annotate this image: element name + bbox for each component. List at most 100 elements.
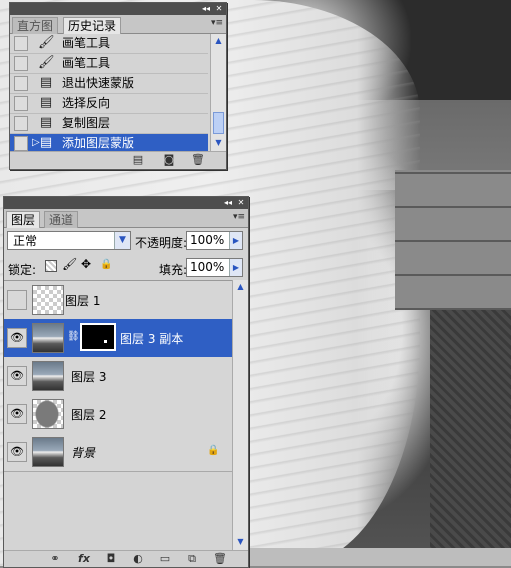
layer-mask-thumbnail[interactable] [80, 323, 116, 351]
snapshot-camera-icon[interactable]: ◙ [163, 154, 175, 165]
history-item[interactable]: ▷ ▤ 添加图层蒙版 [10, 134, 208, 151]
panel-menu-icon[interactable]: ▾≡ [233, 212, 245, 222]
layer-thumbnail[interactable] [32, 285, 64, 315]
new-group-icon[interactable]: ▭ [159, 553, 171, 564]
layer-row[interactable]: 👁 ⛓ 图层 3 副本 [4, 319, 232, 358]
eye-icon[interactable]: 👁 [7, 328, 27, 348]
history-tabs: 直方图 历史记录 ▾≡ [10, 15, 226, 34]
history-source-checkbox[interactable] [14, 36, 28, 51]
trash-icon[interactable]: 🗑 [213, 553, 227, 564]
history-source-checkbox[interactable] [14, 136, 28, 151]
history-item[interactable]: 🖌 画笔工具 [10, 54, 208, 74]
photo-bricks [395, 170, 511, 310]
history-scrollbar[interactable]: ▲ ▼ [210, 34, 226, 151]
history-item-label: 添加图层蒙版 [62, 136, 135, 150]
history-item-label: 复制图层 [62, 116, 111, 130]
history-item-label: 画笔工具 [62, 36, 111, 50]
fill-value: 100% [190, 260, 225, 274]
tab-histogram[interactable]: 直方图 [12, 17, 59, 34]
collapse-icon[interactable]: ◂◂ [200, 3, 212, 15]
scroll-thumb[interactable] [213, 112, 224, 134]
adjustment-layer-icon[interactable]: ◐ [132, 553, 144, 564]
layer-thumbnail[interactable] [32, 323, 64, 353]
history-source-checkbox[interactable] [14, 56, 28, 71]
history-item-label: 退出快速蒙版 [62, 76, 135, 90]
history-item[interactable]: ▤ 选择反向 [10, 94, 208, 114]
tab-channels[interactable]: 通道 [44, 211, 79, 228]
history-titlebar[interactable]: ◂◂ ✕ [10, 3, 226, 15]
document-icon: ▤ [39, 135, 53, 150]
history-source-checkbox[interactable] [14, 96, 28, 111]
add-mask-icon[interactable]: ◘ [105, 553, 117, 564]
close-icon[interactable]: ✕ [235, 197, 247, 209]
layer-thumbnail[interactable] [32, 437, 64, 467]
brush-icon: 🖌 [38, 35, 55, 50]
history-footer: ▤ ◙ 🗑 [10, 151, 226, 168]
history-source-checkbox[interactable] [14, 76, 28, 91]
lock-brush-icon[interactable]: 🖌 [62, 257, 77, 271]
opacity-label: 不透明度: [135, 236, 188, 250]
fill-field[interactable]: 100% ▶ [186, 258, 243, 277]
blend-mode-value: 正常 [13, 234, 38, 248]
scroll-down-icon[interactable]: ▼ [211, 137, 226, 149]
layers-tabs: 图层 通道 ▾≡ [4, 209, 248, 228]
scroll-down-icon[interactable]: ▼ [233, 536, 248, 548]
document-icon: ▤ [39, 115, 53, 130]
blend-mode-select[interactable]: 正常 ▼ [7, 231, 131, 250]
chevron-down-icon[interactable]: ▼ [114, 232, 130, 249]
layers-list: 图层 1 👁 ⛓ 图层 3 副本 👁 图层 3 👁 图层 2 👁 背景 🔒 [4, 280, 232, 551]
layer-thumbnail[interactable] [32, 361, 64, 391]
opacity-field[interactable]: 100% ▶ [186, 231, 243, 250]
link-layers-icon[interactable]: ⚭ [46, 553, 64, 564]
mask-link-icon[interactable]: ⛓ [67, 331, 80, 342]
brush-icon: 🖌 [38, 55, 55, 70]
layer-row[interactable]: 👁 图层 3 [4, 357, 232, 396]
layer-row[interactable]: 👁 背景 🔒 [4, 433, 232, 472]
layer-name[interactable]: 背景 [71, 444, 95, 461]
scroll-up-icon[interactable]: ▲ [211, 35, 226, 47]
layer-thumbnail[interactable] [32, 399, 64, 429]
close-icon[interactable]: ✕ [213, 3, 225, 15]
history-panel: ◂◂ ✕ 直方图 历史记录 ▾≡ 🖌 画笔工具 🖌 画笔工具 ▤ 退出快速蒙版 ▤ 选择反向 ▤… [9, 2, 227, 170]
layer-name[interactable]: 图层 3 副本 [120, 330, 183, 347]
tab-history[interactable]: 历史记录 [63, 17, 122, 34]
fx-icon[interactable]: fx [76, 553, 92, 564]
canvas-bottom-strip [248, 548, 511, 566]
layer-name[interactable]: 图层 3 [71, 368, 106, 385]
lock-transparency-icon[interactable] [45, 260, 57, 272]
history-item[interactable]: ▤ 退出快速蒙版 [10, 74, 208, 94]
collapse-icon[interactable]: ◂◂ [222, 197, 234, 209]
history-list: 🖌 画笔工具 🖌 画笔工具 ▤ 退出快速蒙版 ▤ 选择反向 ▤ 复制图层 ▷ ▤ 添加图层蒙版 [10, 34, 210, 151]
scroll-up-icon[interactable]: ▲ [233, 281, 248, 293]
blend-opacity-row: 正常 ▼ 不透明度: 100% ▶ [4, 229, 246, 253]
eye-icon[interactable]: 👁 [7, 404, 27, 424]
layer-name[interactable]: 图层 1 [65, 292, 100, 309]
layers-scrollbar[interactable]: ▲ ▼ [232, 280, 248, 550]
history-source-checkbox[interactable] [14, 116, 28, 131]
layer-name[interactable]: 图层 2 [71, 406, 106, 423]
opacity-arrow-icon[interactable]: ▶ [229, 232, 242, 249]
visibility-toggle[interactable] [7, 290, 27, 310]
layer-row[interactable]: 图层 1 [4, 281, 232, 320]
layers-panel: ◂◂ ✕ 图层 通道 ▾≡ 正常 ▼ 不透明度: 100% ▶ 锁定: 🖌 ✥ … [3, 196, 249, 568]
lock-fill-row: 锁定: 🖌 ✥ 🔒 填充: 100% ▶ [4, 256, 246, 280]
trash-icon[interactable]: 🗑 [191, 154, 205, 165]
eye-icon[interactable]: 👁 [7, 366, 27, 386]
lock-move-icon[interactable]: ✥ [81, 257, 91, 271]
history-item[interactable]: 🖌 画笔工具 [10, 34, 208, 54]
history-item[interactable]: ▤ 复制图层 [10, 114, 208, 134]
mask-dot [104, 340, 107, 343]
new-layer-icon[interactable]: ⧉ [186, 553, 198, 564]
layers-titlebar[interactable]: ◂◂ ✕ [4, 197, 248, 209]
photo-stonewall [430, 310, 511, 566]
layer-row[interactable]: 👁 图层 2 [4, 395, 232, 434]
lock-label: 锁定: [8, 263, 37, 277]
panel-menu-icon[interactable]: ▾≡ [211, 18, 223, 28]
eye-icon[interactable]: 👁 [7, 442, 27, 462]
new-document-from-state-icon[interactable]: ▤ [132, 154, 144, 165]
fill-arrow-icon[interactable]: ▶ [229, 259, 242, 276]
fill-label: 填充: [159, 263, 188, 277]
history-item-label: 画笔工具 [62, 56, 111, 70]
tab-layers[interactable]: 图层 [6, 211, 41, 228]
lock-all-icon[interactable]: 🔒 [100, 259, 112, 270]
